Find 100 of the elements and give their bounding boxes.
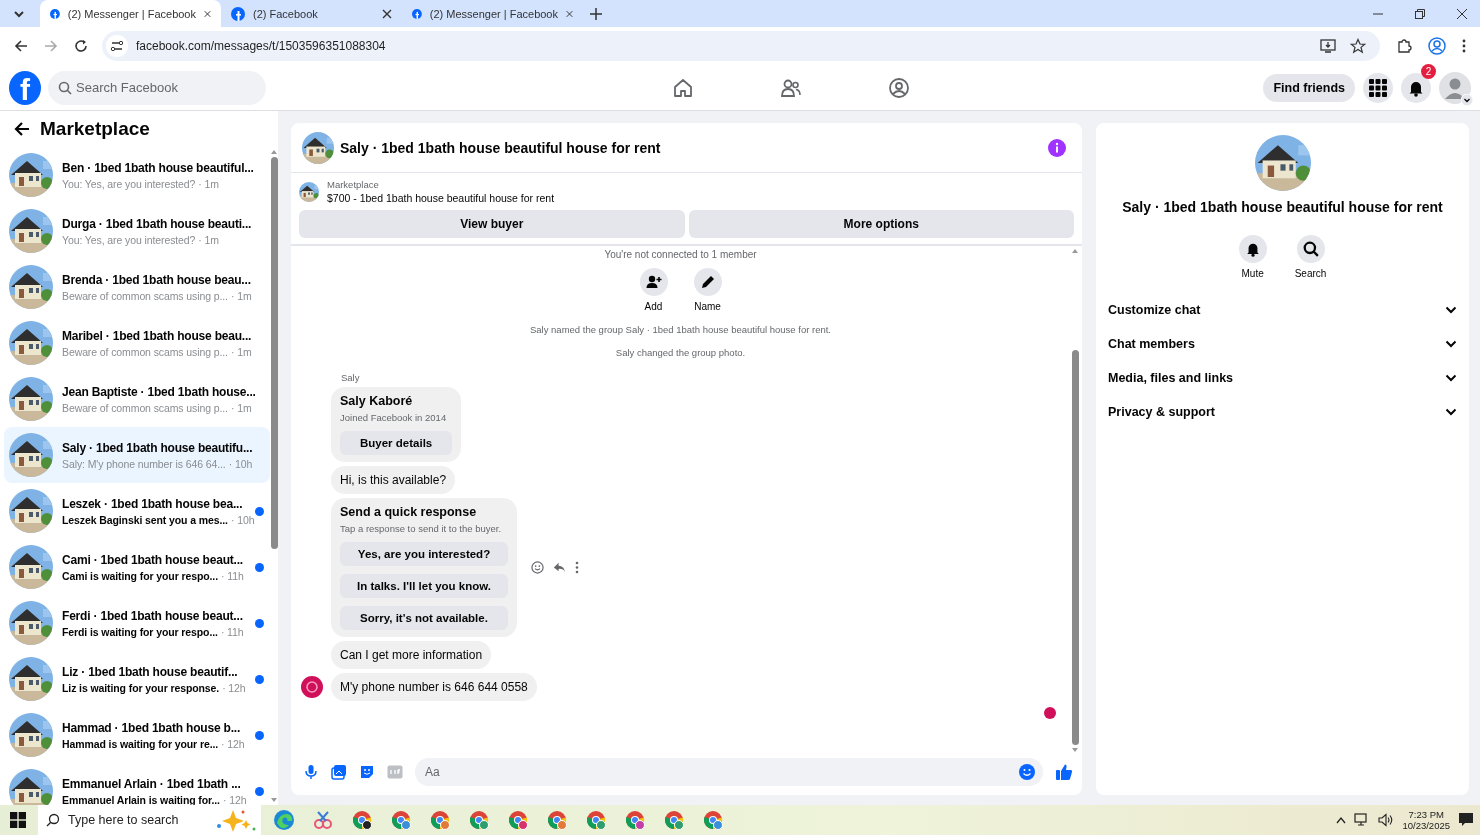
snipping-tool-icon[interactable] bbox=[312, 809, 334, 831]
conversation-item[interactable]: Brenda · 1bed 1bath house beau... Beware of common scams using p... · 1m bbox=[4, 259, 270, 315]
conversation-item[interactable]: Leszek · 1bed 1bath house bea... Leszek Baginski sent you a mes... · 10h bbox=[4, 483, 270, 539]
action-button[interactable]: More options bbox=[688, 210, 1074, 238]
conversation-title: Jean Baptiste · 1bed 1bath house... bbox=[62, 384, 257, 399]
timestamp: · 1m bbox=[230, 401, 252, 414]
timestamp: · 1m bbox=[230, 289, 252, 302]
address-field[interactable]: facebook.com/messages/t/1503596351088304 bbox=[102, 31, 1380, 61]
profile-detail: Joined Facebook in 2014 bbox=[340, 412, 447, 423]
caret-icon bbox=[1461, 93, 1473, 106]
profile-icon[interactable] bbox=[888, 76, 911, 99]
section-row[interactable]: Customize chat bbox=[1108, 293, 1457, 327]
microphone-icon[interactable] bbox=[303, 764, 319, 780]
clock-time[interactable]: 7:23 PM bbox=[1408, 808, 1444, 820]
search-field[interactable]: Search Facebook bbox=[48, 70, 266, 105]
section-row[interactable]: Privacy & support bbox=[1108, 395, 1457, 429]
section-row[interactable]: Chat members bbox=[1108, 327, 1457, 361]
start-icon[interactable] bbox=[10, 812, 26, 828]
site-settings-icon[interactable] bbox=[106, 35, 128, 57]
photo-icon[interactable] bbox=[331, 764, 347, 780]
buyer-details-button[interactable]: Buyer details bbox=[340, 431, 453, 455]
browser-tab[interactable]: (2) Messenger | Facebook bbox=[402, 0, 583, 27]
scroll-up-icon[interactable] bbox=[1071, 248, 1079, 254]
find-friends-button[interactable]: Find friends bbox=[1263, 73, 1355, 102]
back-icon[interactable] bbox=[14, 39, 28, 53]
add-person-icon bbox=[645, 274, 662, 290]
timestamp: · 10h bbox=[228, 457, 253, 470]
home-icon[interactable] bbox=[672, 76, 695, 99]
listing-label: Marketplace bbox=[327, 179, 380, 190]
site-icon bbox=[50, 6, 60, 21]
message-bubble: Can I get more information bbox=[331, 641, 492, 669]
message-preview: Ferdi is waiting for your respo... bbox=[62, 625, 218, 638]
search-icon bbox=[46, 813, 60, 827]
message-field[interactable]: Aa bbox=[415, 758, 1043, 786]
notification-icon[interactable] bbox=[1458, 812, 1474, 828]
install-icon[interactable] bbox=[1320, 38, 1336, 54]
timestamp: · 1m bbox=[198, 177, 219, 190]
thumbs-up-icon[interactable] bbox=[1055, 763, 1073, 781]
timestamp: · 12h bbox=[222, 681, 246, 694]
quick-response-title: Send a quick response bbox=[340, 505, 477, 519]
quick-reply-button[interactable]: Sorry, it's not available. bbox=[340, 606, 508, 630]
close-icon[interactable] bbox=[1456, 7, 1468, 20]
emoji-icon[interactable] bbox=[531, 561, 544, 574]
scrollbar-thumb[interactable] bbox=[270, 157, 278, 549]
quick-reply-button[interactable]: Yes, are you interested? bbox=[340, 542, 508, 566]
scrollbar-thumb[interactable] bbox=[1071, 350, 1079, 745]
info-icon[interactable] bbox=[1048, 138, 1066, 157]
extensions-icon[interactable] bbox=[1396, 38, 1412, 54]
tab-title: (2) Facebook bbox=[253, 7, 319, 20]
listing-title[interactable]: $700 - 1bed 1bath house beautiful house for rent bbox=[327, 192, 555, 204]
quick-reply-button[interactable]: In talks. I'll let you know. bbox=[340, 574, 508, 598]
reply-icon[interactable] bbox=[553, 561, 566, 574]
message-preview: Beware of common scams using p... bbox=[62, 345, 228, 358]
reload-icon[interactable] bbox=[74, 39, 88, 53]
more-icon[interactable] bbox=[575, 561, 579, 574]
star-icon[interactable] bbox=[1350, 38, 1366, 54]
conversation-item[interactable]: Ben · 1bed 1bath house beautiful... You: Yes, are you interested? · 1m bbox=[4, 147, 270, 203]
grid-icon bbox=[1369, 78, 1387, 97]
back-icon[interactable] bbox=[14, 121, 30, 137]
message-preview: Cami is waiting for your respo... bbox=[62, 569, 218, 582]
chevron-down-icon bbox=[1445, 408, 1457, 416]
browser-tab[interactable]: (2) Facebook bbox=[221, 0, 402, 27]
section-row[interactable]: Media, files and links bbox=[1108, 361, 1457, 395]
conversation-item[interactable]: Ferdi · 1bed 1bath house beaut... Ferdi is waiting for your respo... · 11h bbox=[4, 595, 270, 651]
conversation-item[interactable]: Maribel · 1bed 1bath house beau... Beware of common scams using p... · 1m bbox=[4, 315, 270, 371]
new-tab-icon[interactable] bbox=[589, 6, 603, 21]
conversation-item[interactable]: Saly · 1bed 1bath house beautifu... Saly: M'y phone number is 646 64... · 10h bbox=[4, 427, 270, 483]
message-preview: Beware of common scams using p... bbox=[62, 401, 228, 414]
clock-date[interactable]: 10/23/2025 bbox=[1402, 820, 1450, 832]
conversation-item[interactable]: Liz · 1bed 1bath house beautif... Liz is waiting for your response. · 12h bbox=[4, 651, 270, 707]
apps-button[interactable] bbox=[1363, 72, 1393, 103]
scroll-down-icon[interactable] bbox=[1071, 747, 1079, 753]
restore-icon[interactable] bbox=[1414, 7, 1426, 20]
browser-tab[interactable]: (2) Messenger | Facebook bbox=[40, 0, 221, 27]
conversation-item[interactable]: Jean Baptiste · 1bed 1bath house... Beware of common scams using p... · 1m bbox=[4, 371, 270, 427]
caret-up-icon[interactable] bbox=[1336, 816, 1347, 824]
browser-icon[interactable] bbox=[351, 809, 373, 831]
scroll-up-icon[interactable] bbox=[270, 149, 278, 155]
site-icon bbox=[231, 6, 245, 21]
avatar-icon bbox=[1439, 71, 1471, 104]
menu-icon[interactable] bbox=[1462, 39, 1466, 53]
logo[interactable]: f bbox=[9, 70, 41, 105]
timestamp: · 11h bbox=[221, 569, 244, 582]
scroll-down-icon[interactable] bbox=[270, 797, 278, 803]
conversation-name: Saly · 1bed 1bath house beautiful house for rent bbox=[1122, 199, 1443, 215]
conversation-title: Leszek · 1bed 1bath house bea... bbox=[62, 496, 244, 511]
sidebar-title: Marketplace bbox=[40, 118, 150, 140]
sticker-icon[interactable] bbox=[359, 764, 375, 780]
account-button[interactable] bbox=[1439, 71, 1471, 104]
emoji-icon[interactable] bbox=[1019, 764, 1035, 780]
taskbar-search-field[interactable]: Type here to search bbox=[38, 805, 261, 835]
search-icon bbox=[58, 80, 72, 95]
conversation-item[interactable]: Cami · 1bed 1bath house beaut... Cami is waiting for your respo... · 11h bbox=[4, 539, 270, 595]
close-icon[interactable] bbox=[382, 8, 392, 19]
volume-icon[interactable] bbox=[1378, 813, 1395, 827]
conversation-item[interactable]: Hammad · 1bed 1bath house b... Hammad is waiting for your re... · 12h bbox=[4, 707, 270, 763]
conversation-item[interactable]: Durga · 1bed 1bath house beauti... You: Yes, are you interested? · 1m bbox=[4, 203, 270, 259]
event-text: Saly changed the group photo. bbox=[615, 347, 746, 358]
action-button[interactable]: View buyer bbox=[299, 210, 685, 238]
profile-icon[interactable] bbox=[1428, 37, 1446, 55]
